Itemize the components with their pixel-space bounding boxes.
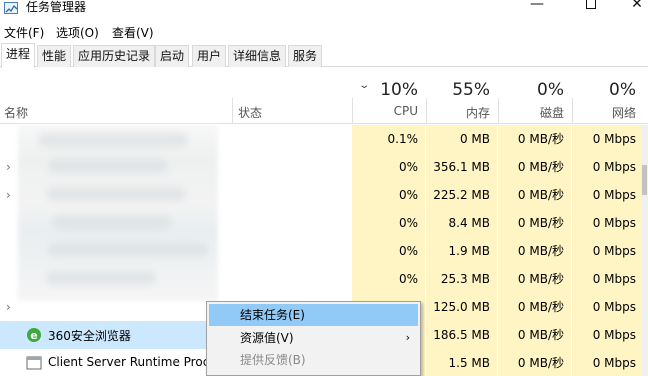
memory-cell: 356.1 MB (426, 153, 498, 181)
network-cell: 0 Mbps (572, 265, 644, 293)
cpu-cell: 0% (352, 265, 426, 293)
process-name: 360安全浏览器 (48, 329, 131, 343)
cpu-label: CPU (393, 104, 418, 118)
memory-cell: 186.5 MB (426, 321, 498, 349)
network-cell: 0 Mbps (572, 181, 644, 209)
menu-view[interactable]: 查看(V) (112, 24, 154, 41)
window-title: 任务管理器 (26, 0, 87, 14)
network-cell: 0 Mbps (572, 209, 644, 237)
menu-item-end-task[interactable]: 结束任务(E) (209, 304, 418, 326)
header-status[interactable]: 状态 (238, 104, 262, 121)
tab-processes[interactable]: 进程 (1, 43, 36, 68)
network-total: 0% (609, 80, 636, 100)
expand-chevron-icon[interactable]: › (6, 160, 11, 174)
expand-chevron-icon[interactable]: › (6, 300, 11, 314)
menu-options[interactable]: 选项(O) (56, 24, 99, 41)
disk-cell: 0 MB/秒 (498, 181, 572, 209)
network-cell: 0 Mbps (572, 237, 644, 265)
memory-cell: 125.0 MB (426, 293, 498, 321)
browser-360-icon: e (26, 327, 42, 343)
menu-file[interactable]: 文件(F) (4, 24, 44, 41)
memory-cell: 1.5 MB (426, 349, 498, 376)
maximize-button[interactable] (568, 0, 614, 16)
header-name[interactable]: 名称 (4, 104, 28, 121)
header-divider[interactable] (232, 98, 233, 124)
title-bar: 任务管理器 — ✕ (0, 0, 648, 22)
tab-bar: 进程 性能 应用历史记录 启动 用户 详细信息 服务 (0, 43, 648, 68)
disk-cell: 0 MB/秒 (498, 209, 572, 237)
cpu-cell: 0% (352, 181, 426, 209)
column-headers: 名称 状态 ⌄ 10% CPU 55% 内存 0% 磁盘 0% 网络 (0, 68, 648, 124)
disk-total: 0% (537, 80, 564, 100)
svg-text:e: e (30, 329, 37, 342)
menu-item-resource-values[interactable]: 资源值(V) › (209, 327, 418, 349)
disk-label: 磁盘 (539, 106, 564, 120)
tab-services[interactable]: 服务 (288, 45, 323, 67)
network-cell: 0 Mbps (572, 125, 644, 153)
cpu-cell: 0% (352, 153, 426, 181)
cpu-cell: 0.1% (352, 125, 426, 153)
disk-cell: 0 MB/秒 (498, 321, 572, 349)
header-network[interactable]: 0% 网络 (572, 68, 644, 124)
close-button[interactable]: ✕ (614, 0, 648, 16)
disk-cell: 0 MB/秒 (498, 237, 572, 265)
cpu-cell: 0% (352, 209, 426, 237)
window-app-icon (26, 355, 42, 371)
context-menu: 结束任务(E) 资源值(V) › 提供反馈(B) (206, 301, 421, 376)
cpu-total: 10% (380, 80, 418, 100)
disk-cell: 0 MB/秒 (498, 349, 572, 376)
vertical-scrollbar[interactable] (641, 125, 648, 376)
disk-cell: 0 MB/秒 (498, 153, 572, 181)
memory-cell: 25.3 MB (426, 265, 498, 293)
memory-cell: 0 MB (426, 125, 498, 153)
menu-bar: 文件(F) 选项(O) 查看(V) (0, 22, 648, 40)
network-label: 网络 (611, 106, 636, 120)
redacted-process-names (18, 125, 218, 301)
expand-chevron-icon[interactable]: › (6, 188, 11, 202)
disk-cell: 0 MB/秒 (498, 125, 572, 153)
network-cell: 0 Mbps (572, 153, 644, 181)
memory-total: 55% (452, 80, 490, 100)
menu-item-label: 资源值(V) (240, 331, 294, 345)
disk-cell: 0 MB/秒 (498, 293, 572, 321)
minimize-button[interactable]: — (514, 0, 560, 16)
header-disk[interactable]: 0% 磁盘 (498, 68, 572, 124)
memory-cell: 8.4 MB (426, 209, 498, 237)
menu-item-feedback: 提供反馈(B) (240, 353, 306, 367)
tab-startup[interactable]: 启动 (155, 45, 190, 67)
network-cell: 0 Mbps (572, 321, 644, 349)
network-cell: 0 Mbps (572, 349, 644, 376)
task-manager-icon (4, 2, 18, 14)
process-name: Client Server Runtime Proce (48, 355, 206, 369)
maximize-icon (586, 0, 596, 9)
tab-details[interactable]: 详细信息 (228, 45, 287, 67)
network-cell: 0 Mbps (572, 293, 644, 321)
memory-label: 内存 (465, 106, 490, 120)
tab-performance[interactable]: 性能 (37, 45, 72, 67)
cpu-cell: 0% (352, 237, 426, 265)
disk-cell: 0 MB/秒 (498, 265, 572, 293)
memory-cell: 1.9 MB (426, 237, 498, 265)
tab-users[interactable]: 用户 (192, 45, 227, 67)
header-memory[interactable]: 55% 内存 (426, 68, 498, 124)
tab-app-history[interactable]: 应用历史记录 (73, 45, 156, 67)
memory-cell: 225.2 MB (426, 181, 498, 209)
submenu-chevron-icon: › (405, 331, 410, 344)
scroll-thumb[interactable] (642, 165, 647, 195)
header-cpu[interactable]: 10% CPU (352, 68, 426, 124)
